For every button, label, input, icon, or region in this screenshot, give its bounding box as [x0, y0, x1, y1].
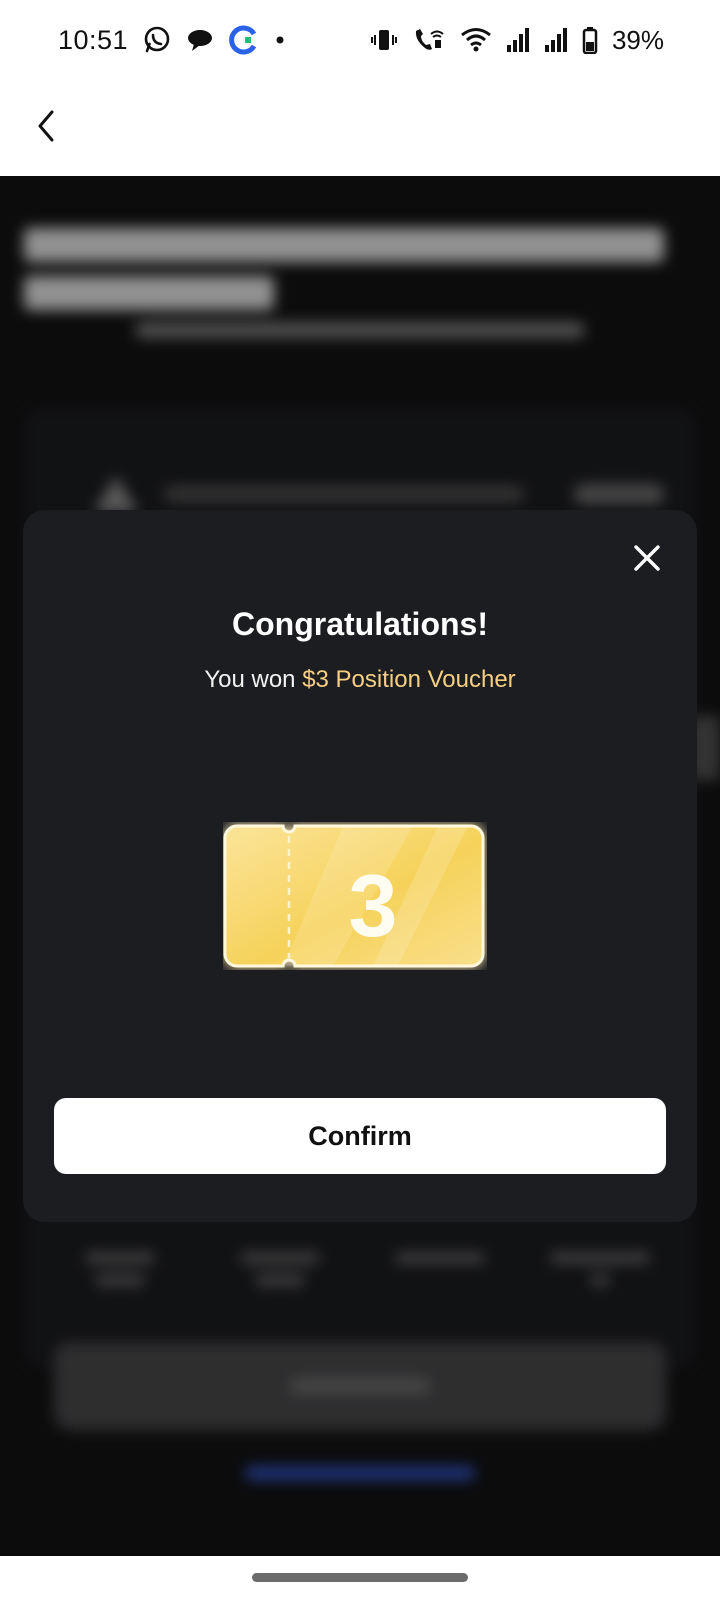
background-link — [0, 1466, 720, 1480]
home-indicator[interactable] — [252, 1573, 468, 1582]
status-time: 10:51 — [58, 24, 129, 55]
whatsapp-icon — [142, 25, 172, 55]
chevron-left-icon — [34, 108, 58, 149]
prize-name: $3 Position Voucher — [302, 666, 516, 693]
battery-icon — [582, 26, 598, 54]
modal-subtitle: You won $3 Position Voucher — [23, 666, 697, 694]
close-icon — [633, 544, 661, 577]
notification-dot-icon — [274, 34, 286, 46]
signal-icon — [506, 27, 530, 53]
voucher-value: 3 — [349, 856, 398, 955]
signal-icon-2 — [544, 27, 568, 53]
modal-title: Congratulations! — [232, 606, 488, 642]
status-right: 39% — [370, 25, 664, 56]
background-draw-button — [54, 1342, 666, 1430]
voucher-ticket: 3 — [223, 822, 487, 970]
status-left: 10:51 — [58, 24, 286, 56]
wifi-calling-icon — [412, 26, 446, 54]
status-bar: 10:51 39% — [0, 0, 720, 80]
background-title-placeholder — [24, 220, 684, 310]
navigation-bar — [0, 1556, 720, 1604]
background-card-row — [94, 476, 664, 512]
wifi-icon — [460, 26, 492, 54]
confirm-button[interactable]: Confirm — [54, 1098, 666, 1174]
chat-bubble-icon — [186, 26, 214, 54]
prize-modal: Congratulations! You won $3 Position Vou… — [23, 510, 697, 1222]
app-header — [0, 80, 720, 176]
vibrate-icon — [370, 26, 398, 54]
subtitle-prefix: You won — [204, 666, 303, 693]
battery-percent: 39% — [611, 24, 664, 55]
background-subtitle-placeholder — [0, 322, 720, 338]
close-button[interactable] — [627, 540, 667, 580]
g-app-icon — [228, 24, 260, 56]
back-button[interactable] — [22, 104, 70, 152]
